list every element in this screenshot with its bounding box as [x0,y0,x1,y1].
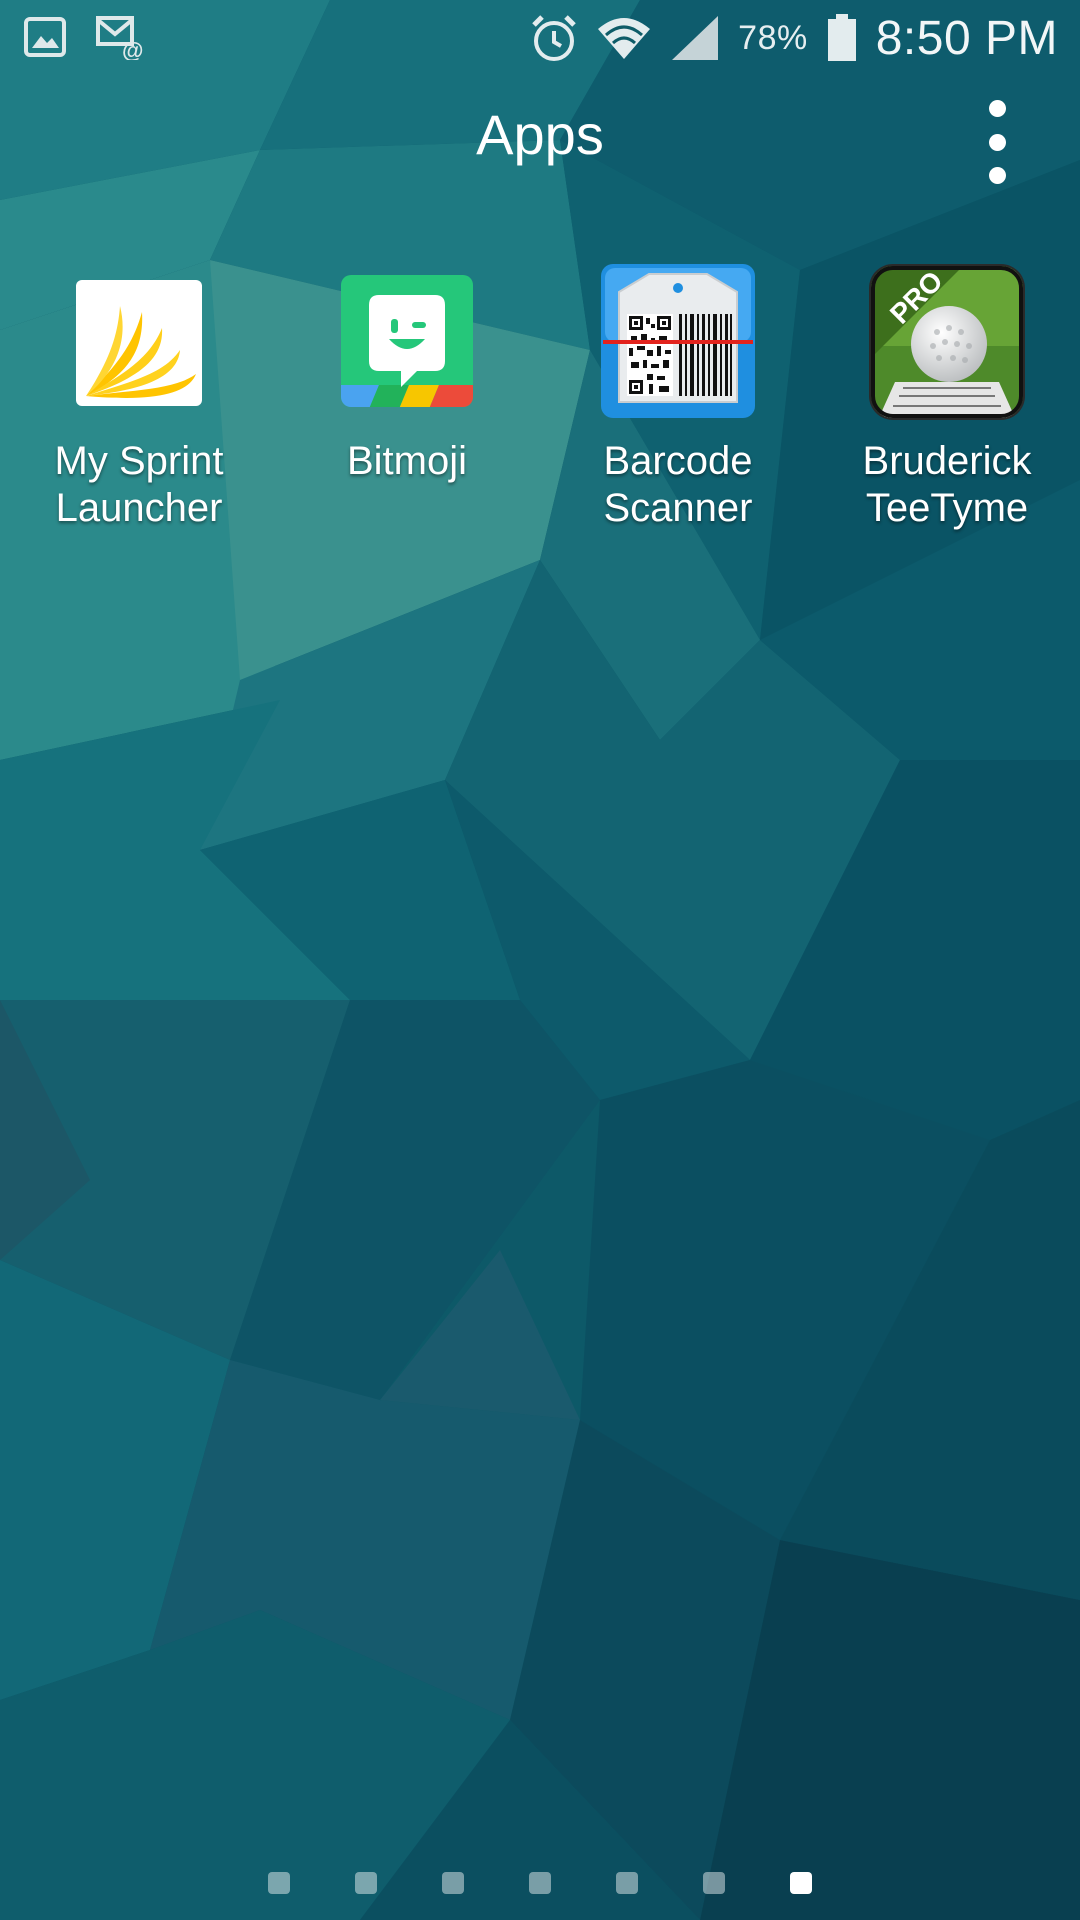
app-barcode-scanner[interactable]: Barcode Scanner [543,262,813,542]
app-label: Bitmoji [272,438,542,485]
app-label-line: My Sprint [54,439,224,483]
alarm-icon [530,13,578,63]
page-dot-2[interactable] [355,1872,377,1894]
menu-dot [988,133,1006,151]
email-notification-icon: @ [96,14,144,60]
app-bitmoji[interactable]: Bitmoji [272,270,542,540]
page-dot-6[interactable] [703,1872,725,1894]
overflow-menu-icon[interactable] [975,100,1019,184]
page-title: Apps [476,103,604,166]
gallery-notification-icon [24,16,66,58]
bitmoji-icon [339,273,475,409]
clock: 8:50 PM [875,11,1058,65]
app-bruderick-teetyme[interactable]: PRO Bruderick TeeTyme [812,262,1080,542]
battery-percentage: 78% [738,18,808,57]
page-indicator [0,1872,1080,1896]
golf-ball-icon: PRO [867,262,1027,422]
wifi-icon [596,15,652,61]
app-label: My Sprint Launcher [4,438,274,532]
app-label: Barcode Scanner [543,438,813,532]
page-dot-5[interactable] [616,1872,638,1894]
app-label-line: Barcode [603,439,753,483]
app-label-line: Launcher [55,486,223,530]
page-dot-3[interactable] [442,1872,464,1894]
app-label-line: Bitmoji [346,439,468,483]
app-label-line: Scanner [603,486,753,530]
app-label-line: Bruderick [862,439,1032,483]
page-dot-4[interactable] [529,1872,551,1894]
sprint-logo-icon [74,278,204,408]
barcode-scanner-icon [599,262,757,420]
battery-icon [826,14,858,62]
menu-dot [988,167,1006,184]
svg-text:@: @ [122,38,143,60]
app-label: Bruderick TeeTyme [812,438,1080,532]
menu-dot [988,100,1006,117]
page-dot-7-active[interactable] [790,1872,812,1894]
status-bar: @ 78% 8:50 PM [0,0,1080,75]
app-my-sprint-launcher[interactable]: My Sprint Launcher [4,270,274,540]
signal-icon [670,14,720,62]
app-label-line: TeeTyme [865,486,1029,530]
page-dot-1[interactable] [268,1872,290,1894]
